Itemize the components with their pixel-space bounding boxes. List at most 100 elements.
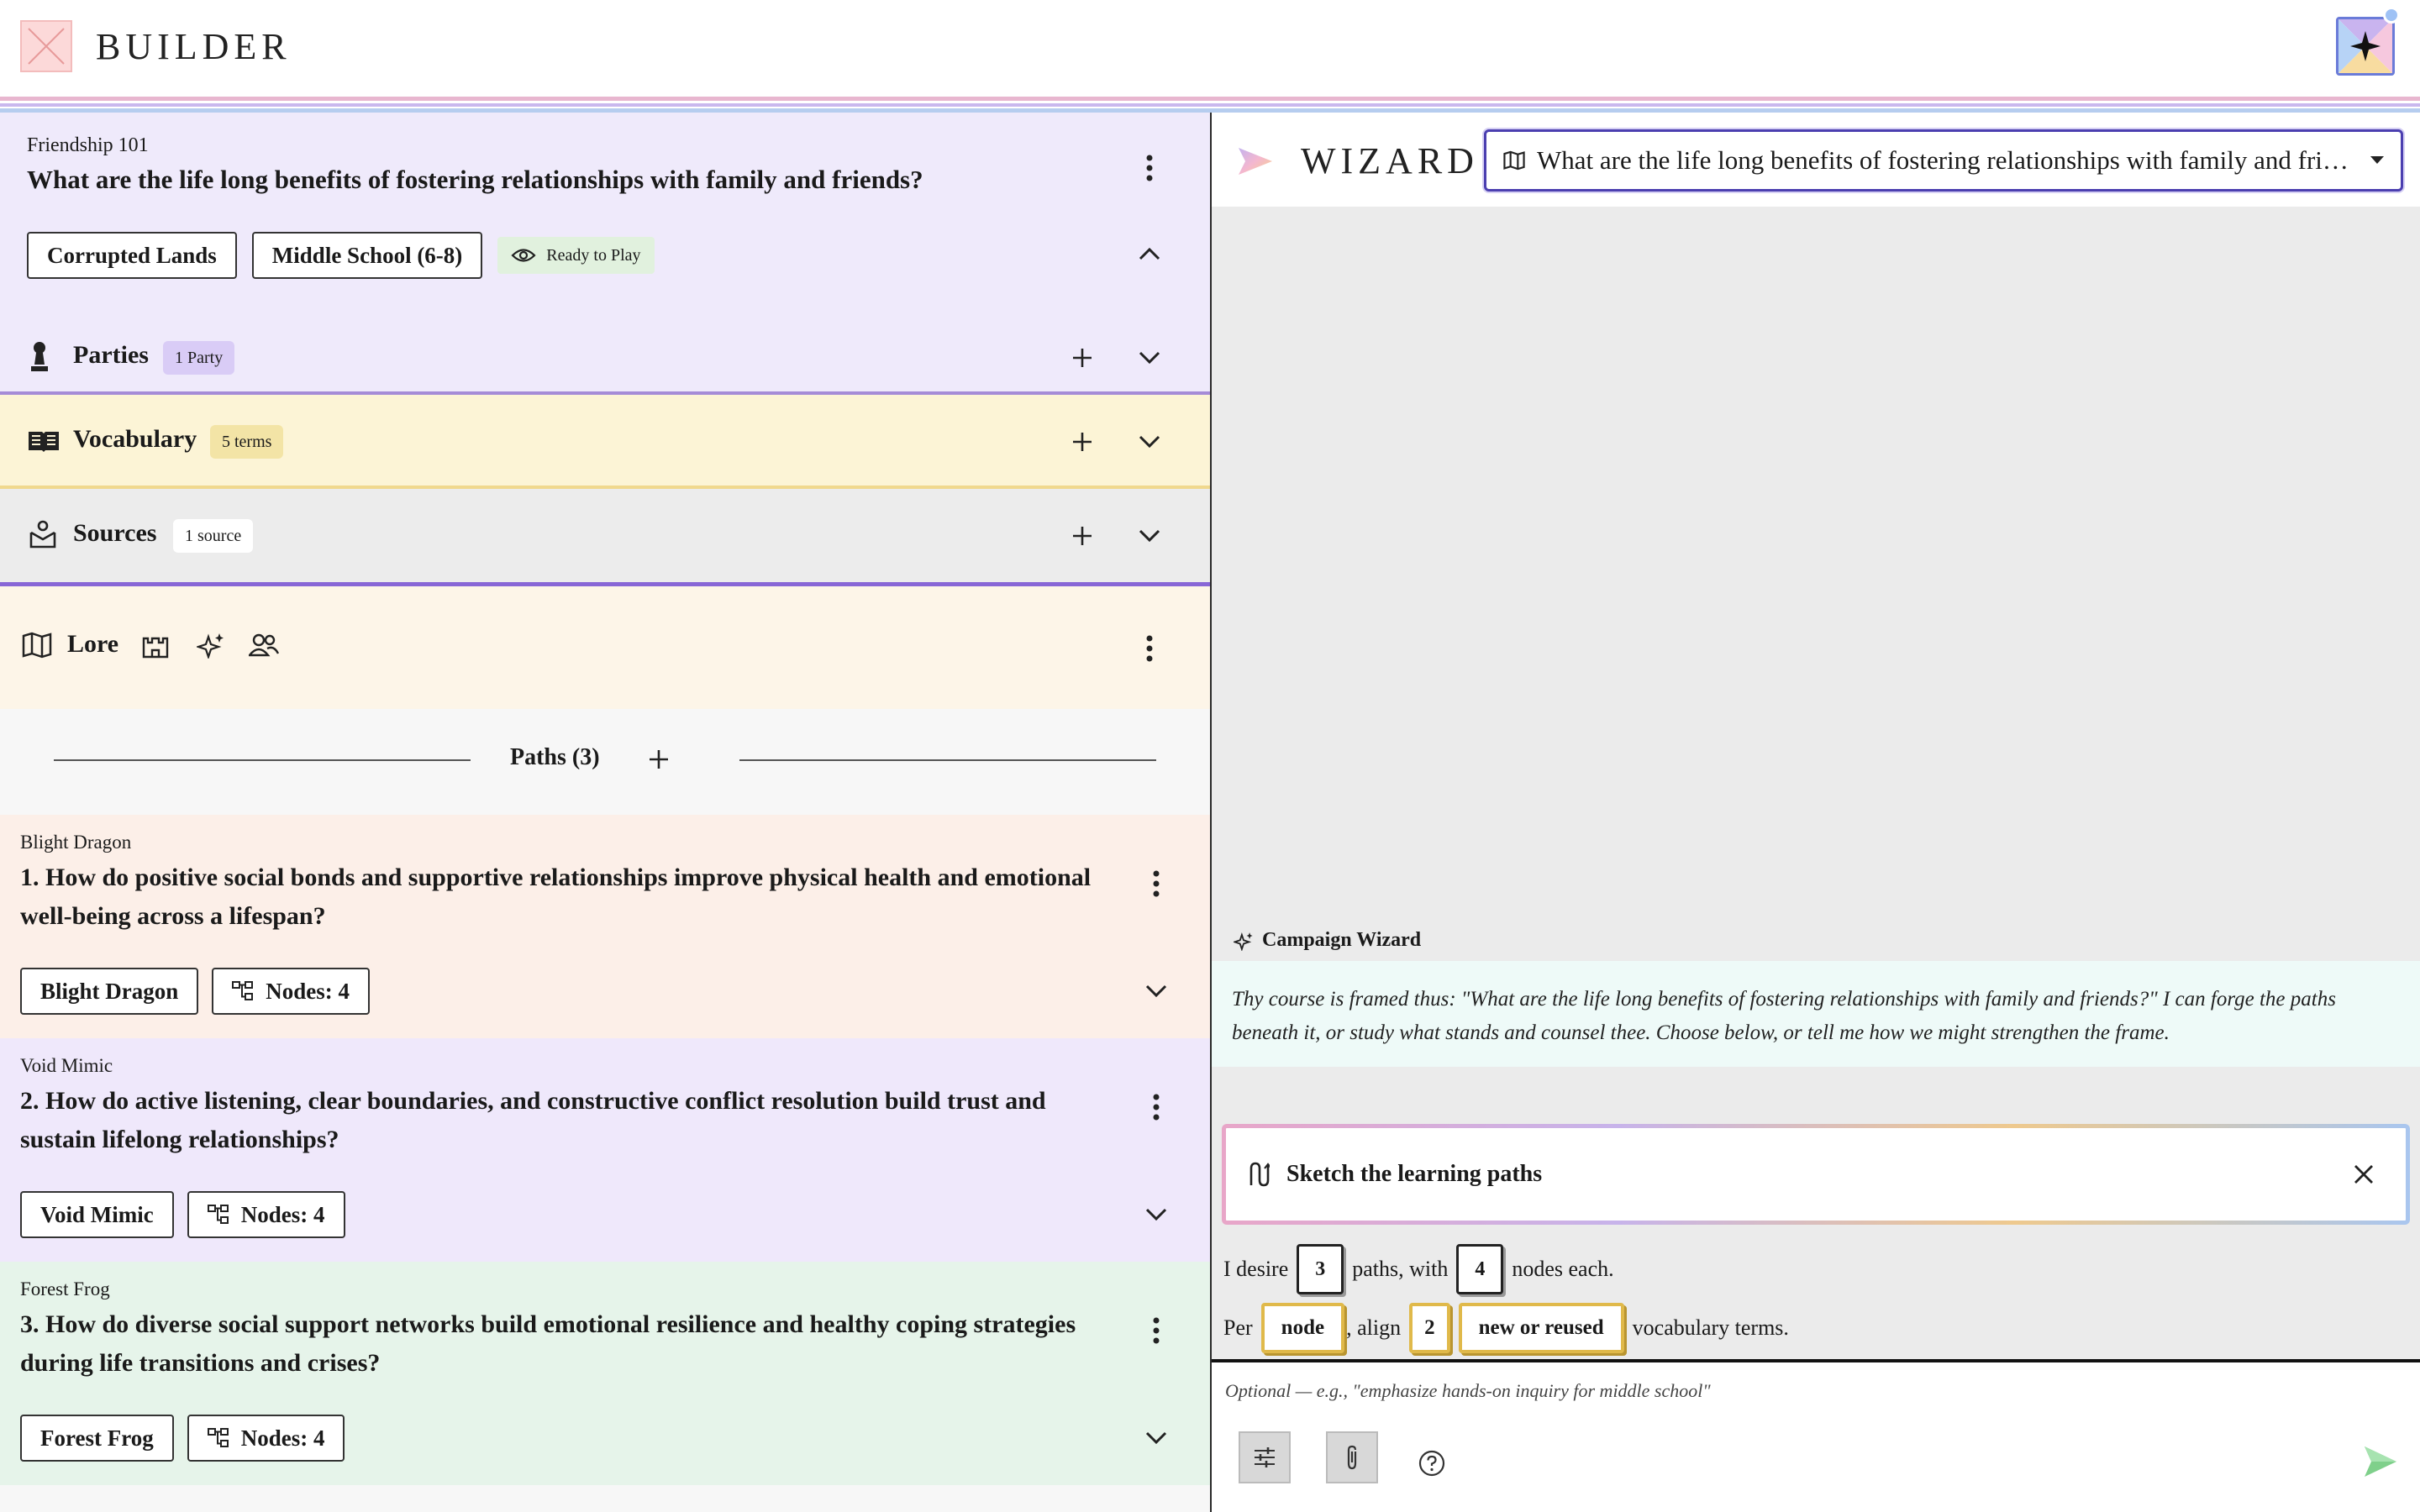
paperclip-icon (1347, 1445, 1357, 1470)
add-party-button[interactable] (1062, 338, 1102, 378)
paths-header: Paths (3) (0, 709, 1210, 815)
expand-path-button[interactable] (1136, 1194, 1176, 1235)
expand-path-button[interactable] (1136, 971, 1176, 1011)
sketch-title: Sketch the learning paths (1286, 1161, 1543, 1187)
sources-count-badge: 1 source (173, 519, 254, 553)
sketch-paths-card: Sketch the learning paths (1222, 1124, 2410, 1225)
eye-icon (511, 249, 536, 262)
chevron-down-icon (1139, 351, 1160, 365)
course-menu-button[interactable] (1129, 148, 1170, 188)
expand-vocabulary-button[interactable] (1129, 422, 1170, 462)
path-nodes-chip[interactable]: Nodes: 4 (187, 1191, 345, 1238)
composer-input[interactable] (1225, 1374, 2402, 1408)
expand-parties-button[interactable] (1129, 338, 1170, 378)
path-nodes-chip[interactable]: Nodes: 4 (187, 1415, 345, 1462)
chevron-down-icon (1145, 984, 1167, 998)
path-menu-button[interactable] (1136, 1087, 1176, 1127)
path-menu-button[interactable] (1136, 1310, 1176, 1351)
lore-section: Lore (0, 586, 1210, 709)
course-collapse-button[interactable] (1129, 234, 1170, 274)
path-card[interactable]: Forest Frog 3. How do diverse social sup… (0, 1262, 1210, 1485)
wizard-pane: WIZARD What are the life long benefits o… (1212, 113, 2420, 1512)
expand-path-button[interactable] (1136, 1418, 1176, 1458)
path-question: 2. How do active listening, clear bounda… (20, 1087, 1046, 1153)
plus-icon (650, 750, 668, 769)
align-count-input[interactable]: 2 (1409, 1303, 1450, 1353)
sources-section[interactable]: Sources 1 source (0, 489, 1210, 586)
status-label: Ready to Play (546, 245, 641, 265)
add-vocabulary-button[interactable] (1062, 422, 1102, 462)
path-card[interactable]: Blight Dragon 1. How do positive social … (0, 815, 1210, 1038)
map-icon[interactable] (22, 632, 52, 659)
chevron-up-icon (1139, 247, 1160, 260)
form-text: Per (1223, 1315, 1253, 1340)
kebab-icon (1153, 1317, 1160, 1344)
add-source-button[interactable] (1062, 516, 1102, 556)
paths-count-input[interactable]: 3 (1297, 1244, 1344, 1294)
path-chips: Void Mimic Nodes: 4 (20, 1191, 345, 1238)
plus-icon (1073, 433, 1092, 451)
help-circle-icon (1418, 1450, 1445, 1477)
course-subtitle: Friendship 101 (27, 134, 149, 156)
parties-count-badge: 1 Party (163, 341, 235, 375)
vocabulary-title: Vocabulary (73, 425, 197, 453)
expand-sources-button[interactable] (1129, 516, 1170, 556)
sources-title: Sources (73, 519, 157, 547)
wizard-brand: WIZARD (1301, 140, 1479, 181)
vocabulary-section[interactable]: Vocabulary 5 terms (0, 391, 1210, 489)
map-icon (1503, 150, 1525, 171)
parties-title: Parties (73, 341, 149, 369)
builder-pane: Friendship 101 What are the life long be… (0, 113, 1210, 1512)
assistant-label: Campaign Wizard (1234, 929, 1421, 952)
path-chips: Forest Frog Nodes: 4 (20, 1415, 345, 1462)
path-creature-chip[interactable]: Blight Dragon (20, 968, 199, 1015)
book-icon (27, 428, 60, 454)
grade-chip[interactable]: Middle School (6-8) (251, 232, 483, 279)
help-button[interactable] (1412, 1443, 1452, 1483)
message-composer (1212, 1359, 2420, 1512)
node-tree-icon (232, 981, 254, 1000)
app-header: BUILDER (0, 0, 2420, 94)
user-avatar-button[interactable] (2336, 17, 2395, 76)
divider-line (739, 759, 1156, 761)
people-icon[interactable] (249, 633, 279, 657)
path-creature-chip[interactable]: Forest Frog (20, 1415, 174, 1462)
sources-box-icon (29, 519, 57, 549)
vocab-mode-select[interactable]: new or reused (1458, 1303, 1624, 1353)
add-path-button[interactable] (639, 739, 679, 780)
chevron-down-icon (1139, 435, 1160, 449)
course-question: What are the life long benefits of foste… (27, 165, 923, 194)
path-menu-button[interactable] (1136, 864, 1176, 904)
path-creature-chip[interactable]: Void Mimic (20, 1191, 174, 1238)
route-icon (1249, 1162, 1270, 1187)
wizard-header: WIZARD What are the life long benefits o… (1212, 113, 2420, 207)
path-chips: Blight Dragon Nodes: 4 (20, 968, 371, 1015)
form-text: I desire (1223, 1257, 1289, 1281)
chevron-down-icon (1139, 529, 1160, 543)
parties-section[interactable]: Parties 1 Party (0, 324, 1210, 391)
path-question: 3. How do diverse social support network… (20, 1310, 1076, 1377)
castle-icon[interactable] (141, 632, 170, 659)
path-card[interactable]: Void Mimic 2. How do active listening, c… (0, 1038, 1210, 1262)
assistant-name: Campaign Wizard (1262, 929, 1422, 951)
chevron-down-icon (1145, 1208, 1167, 1221)
send-button[interactable] (2360, 1441, 2400, 1482)
app-logo[interactable] (20, 20, 72, 72)
attach-file-button[interactable] (1326, 1431, 1378, 1483)
path-subtitle: Blight Dragon (20, 832, 132, 853)
per-unit-select[interactable]: node (1260, 1303, 1345, 1353)
sparkle-icon[interactable] (197, 632, 225, 659)
form-text: , align (1346, 1315, 1402, 1340)
close-sketch-button[interactable] (2344, 1154, 2384, 1194)
course-select-dropdown[interactable]: What are the life long benefits of foste… (1484, 129, 2403, 192)
path-nodes-chip[interactable]: Nodes: 4 (212, 968, 371, 1015)
plus-icon (1073, 349, 1092, 367)
setting-chip[interactable]: Corrupted Lands (27, 232, 237, 279)
kebab-icon (1146, 155, 1153, 181)
path-nodes-label: Nodes: 4 (266, 978, 350, 1004)
nodes-count-input[interactable]: 4 (1456, 1244, 1504, 1294)
divider-line (54, 759, 471, 761)
node-tree-icon (207, 1428, 229, 1447)
lore-menu-button[interactable] (1129, 628, 1170, 669)
settings-sliders-button[interactable] (1239, 1431, 1291, 1483)
